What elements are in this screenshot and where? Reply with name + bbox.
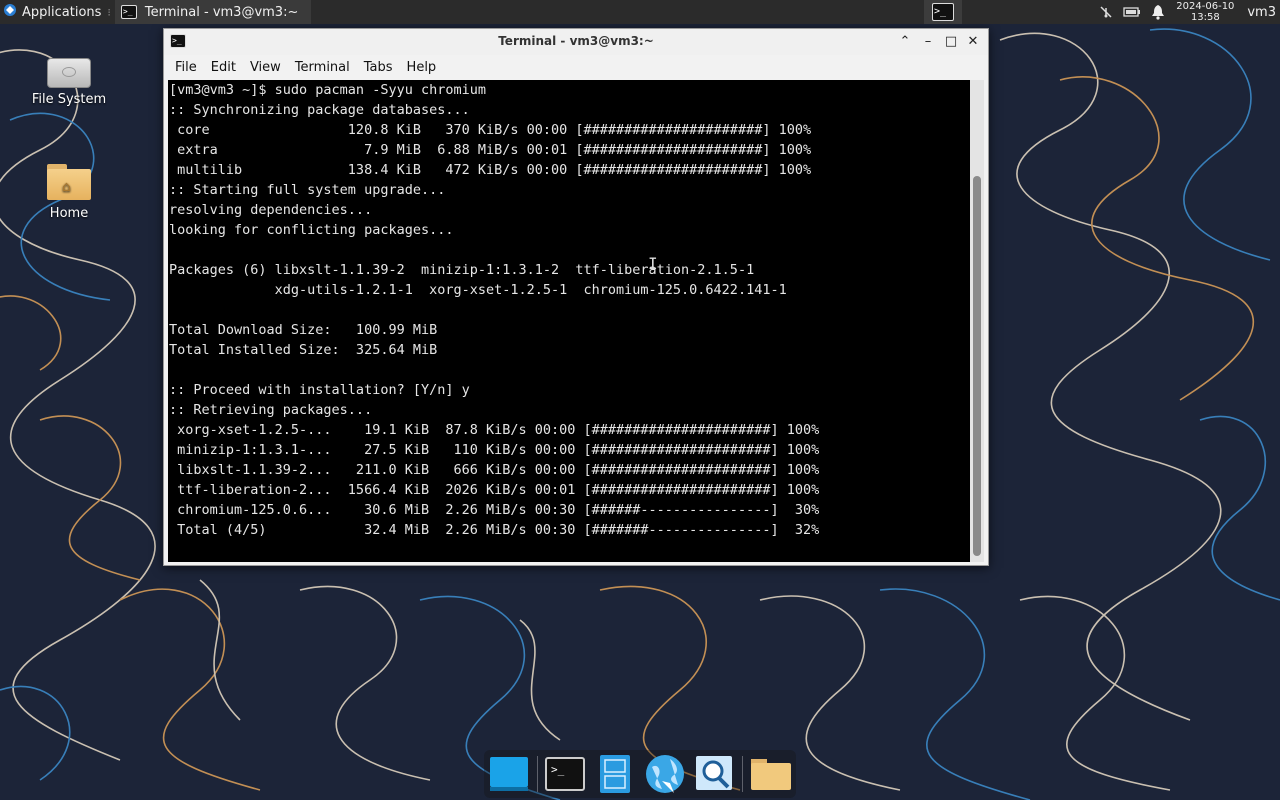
folder-icon [751, 759, 792, 790]
terminal-line: extra 7.9 MiB 6.88 MiB/s 00:01 [########… [169, 142, 812, 158]
menu-bar: File Edit View Terminal Tabs Help [164, 55, 988, 79]
panel-separator: ⁝ [107, 5, 111, 19]
terminal-line: xorg-xset-1.2.5-... 19.1 KiB 87.8 KiB/s … [169, 422, 820, 438]
terminal-line [168, 300, 970, 320]
menu-terminal[interactable]: Terminal [288, 60, 357, 75]
desktop-icon-label: Home [49, 206, 89, 221]
system-tray: 2024-06-10 13:58 vm3 [1093, 0, 1280, 24]
terminal-scrollbar[interactable] [970, 80, 984, 562]
window-titlebar[interactable]: >_ Terminal - vm3@vm3:~ ⌃ – □ ✕ [164, 29, 988, 55]
applications-label: Applications [22, 4, 102, 20]
terminal-line: libxslt-1.1.39-2... 211.0 KiB 666 KiB/s … [169, 462, 820, 478]
terminal-line: xdg-utils-1.2.1-1 xorg-xset-1.2.5-1 chro… [169, 282, 787, 298]
terminal-icon: >_ [120, 5, 137, 19]
terminal-line: :: Retrieving packages... [169, 402, 373, 418]
terminal-line: Total (4/5) 32.4 MiB 2.26 MiB/s 00:30 [#… [169, 522, 820, 538]
taskbar-item-label: Terminal - vm3@vm3:~ [144, 4, 299, 20]
terminal-line: chromium-125.0.6... 30.6 MiB 2.26 MiB/s … [169, 502, 820, 518]
minimize-button[interactable]: – [917, 32, 939, 52]
dock-separator [536, 756, 538, 792]
maximize-button[interactable]: □ [940, 32, 962, 52]
dock-item-terminal[interactable]: >_ [543, 752, 587, 796]
bell-icon[interactable] [1145, 0, 1171, 24]
desktop-icon [489, 757, 528, 791]
file-cabinet-icon [600, 755, 631, 793]
magnifier-icon [695, 756, 732, 790]
terminal-line: looking for conflicting packages... [169, 222, 454, 238]
terminal-launcher-button[interactable]: >_ [924, 0, 962, 24]
panel-clock[interactable]: 2024-06-10 13:58 [1171, 1, 1239, 23]
taskbar-item-terminal[interactable]: >_ Terminal - vm3@vm3:~ [114, 0, 311, 24]
dock-item-file-manager[interactable] [593, 752, 637, 796]
dock-item-web-browser[interactable] [643, 752, 687, 796]
desktop-icon-home[interactable]: ⌂ Home [24, 160, 114, 221]
network-disconnected-icon[interactable] [1093, 0, 1119, 24]
user-menu[interactable]: vm3 [1239, 5, 1280, 20]
applications-menu[interactable]: Applications [0, 0, 105, 24]
dock-item-folder[interactable] [749, 752, 793, 796]
dock-separator [742, 756, 744, 792]
dock-item-app-finder[interactable] [693, 752, 737, 796]
menu-tabs[interactable]: Tabs [357, 60, 400, 75]
terminal-line: Total Installed Size: 325.64 MiB [169, 342, 438, 358]
clock-date: 2024-06-10 [1176, 1, 1235, 12]
menu-edit[interactable]: Edit [204, 60, 243, 75]
globe-icon [645, 755, 684, 793]
shade-button[interactable]: ⌃ [894, 32, 916, 52]
menu-help[interactable]: Help [400, 60, 444, 75]
terminal-line: multilib 138.4 KiB 472 KiB/s 00:00 [####… [169, 162, 812, 178]
terminal-line: ttf-liberation-2... 1566.4 KiB 2026 KiB/… [169, 482, 820, 498]
window-title: Terminal - vm3@vm3:~ [498, 34, 654, 48]
menu-view[interactable]: View [243, 60, 288, 75]
terminal-line [168, 360, 970, 380]
terminal-line: :: Proceed with installation? [Y/n] y [169, 382, 470, 398]
svg-text:>_: >_ [551, 763, 565, 776]
terminal-icon: >_ [932, 3, 954, 21]
home-folder-icon: ⌂ [47, 164, 91, 200]
dock-item-show-desktop[interactable] [487, 752, 531, 796]
xfce-logo-icon [2, 2, 18, 22]
drive-icon [47, 58, 91, 88]
terminal-line: :: Synchronizing package databases... [169, 102, 470, 118]
terminal-line: [vm3@vm3 ~]$ sudo pacman -Syyu chromium [169, 82, 486, 98]
desktop-icon-file-system[interactable]: File System [24, 50, 114, 107]
clock-time: 13:58 [1190, 12, 1220, 23]
top-panel: Applications ⁝ >_ Terminal - vm3@vm3:~ >… [0, 0, 1280, 24]
menu-file[interactable]: File [168, 60, 204, 75]
scrollbar-thumb[interactable] [973, 176, 981, 556]
terminal-line: :: Starting full system upgrade... [169, 182, 446, 198]
terminal-line [168, 240, 970, 260]
terminal-line: minizip-1:1.3.1-... 27.5 KiB 110 KiB/s 0… [169, 442, 820, 458]
terminal-line: resolving dependencies... [169, 202, 373, 218]
terminal-line: Packages (6) libxslt-1.1.39-2 minizip-1:… [169, 262, 755, 278]
battery-icon[interactable] [1119, 0, 1145, 24]
text-cursor-icon: I [648, 254, 658, 273]
terminal-line: Total Download Size: 100.99 MiB [169, 322, 438, 338]
terminal-icon: >_ [545, 757, 586, 791]
terminal-window[interactable]: >_ Terminal - vm3@vm3:~ ⌃ – □ ✕ File Edi… [163, 28, 989, 566]
terminal-output[interactable]: [vm3@vm3 ~]$ sudo pacman -Syyu chromium … [168, 80, 970, 562]
desktop-icon-label: File System [31, 92, 107, 107]
dock: >_ [484, 750, 796, 798]
close-button[interactable]: ✕ [962, 32, 984, 52]
terminal-line: core 120.8 KiB 370 KiB/s 00:00 [########… [169, 122, 812, 138]
